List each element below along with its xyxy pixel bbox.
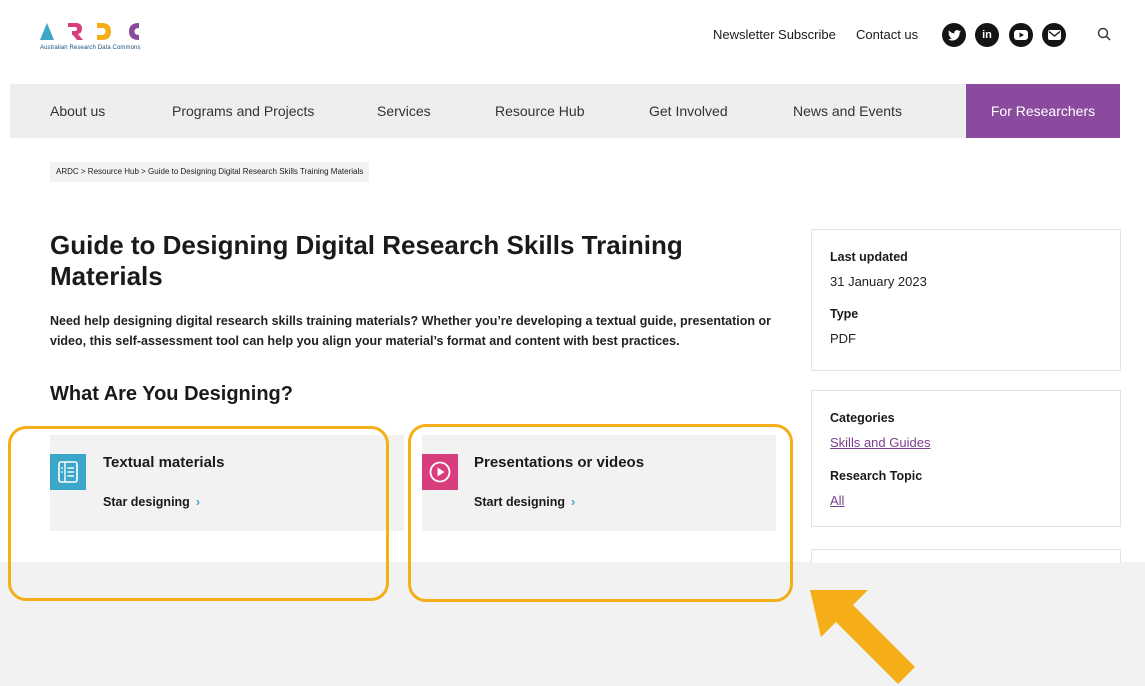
categories-label: Categories — [830, 411, 895, 425]
last-updated-value: 31 January 2023 — [830, 274, 927, 289]
type-label: Type — [830, 307, 859, 321]
type-value: PDF — [830, 331, 856, 346]
category-skills-and-guides-link[interactable]: Skills and Guides — [830, 435, 930, 450]
research-topic-all-link[interactable]: All — [830, 493, 844, 508]
nav-resource-hub[interactable]: Resource Hub — [495, 84, 585, 138]
email-icon[interactable] — [1042, 23, 1066, 47]
youtube-icon[interactable] — [1009, 23, 1033, 47]
last-updated-label: Last updated — [830, 250, 908, 264]
sidebar-next-box — [811, 549, 1121, 563]
linkedin-icon-text: in — [982, 29, 992, 41]
breadcrumb[interactable]: ARDC > Resource Hub > Guide to Designing… — [50, 162, 370, 182]
twitter-icon[interactable] — [942, 23, 966, 47]
nav-services[interactable]: Services — [377, 84, 431, 138]
newsletter-subscribe-link[interactable]: Newsletter Subscribe — [713, 27, 836, 42]
intro-text: Need help designing digital research ski… — [50, 314, 771, 348]
sidebar-categories-box: Categories Skills and Guides Research To… — [811, 390, 1121, 527]
nav-get-involved[interactable]: Get Involved — [649, 84, 728, 138]
sidebar-meta-box: Last updated 31 January 2023 Type PDF — [811, 229, 1121, 371]
highlight-box-textual — [8, 426, 389, 601]
search-icon[interactable] — [1095, 25, 1115, 45]
nav-news-and-events[interactable]: News and Events — [793, 84, 902, 138]
logo-tagline: Australian Research Data Commons — [40, 45, 141, 51]
highlight-box-presentations — [408, 424, 793, 602]
contact-us-link[interactable]: Contact us — [856, 27, 918, 42]
research-topic-label: Research Topic — [830, 469, 923, 483]
section-title: What Are You Designing? — [50, 383, 293, 405]
nav-for-researchers[interactable]: For Researchers — [966, 84, 1120, 138]
nav-about-us[interactable]: About us — [50, 84, 105, 138]
linkedin-icon[interactable]: in — [975, 23, 999, 47]
nav-programs-and-projects[interactable]: Programs and Projects — [172, 84, 314, 138]
page-title: Guide to Designing Digital Research Skil… — [50, 230, 683, 291]
annotation-arrow-icon — [810, 590, 915, 684]
